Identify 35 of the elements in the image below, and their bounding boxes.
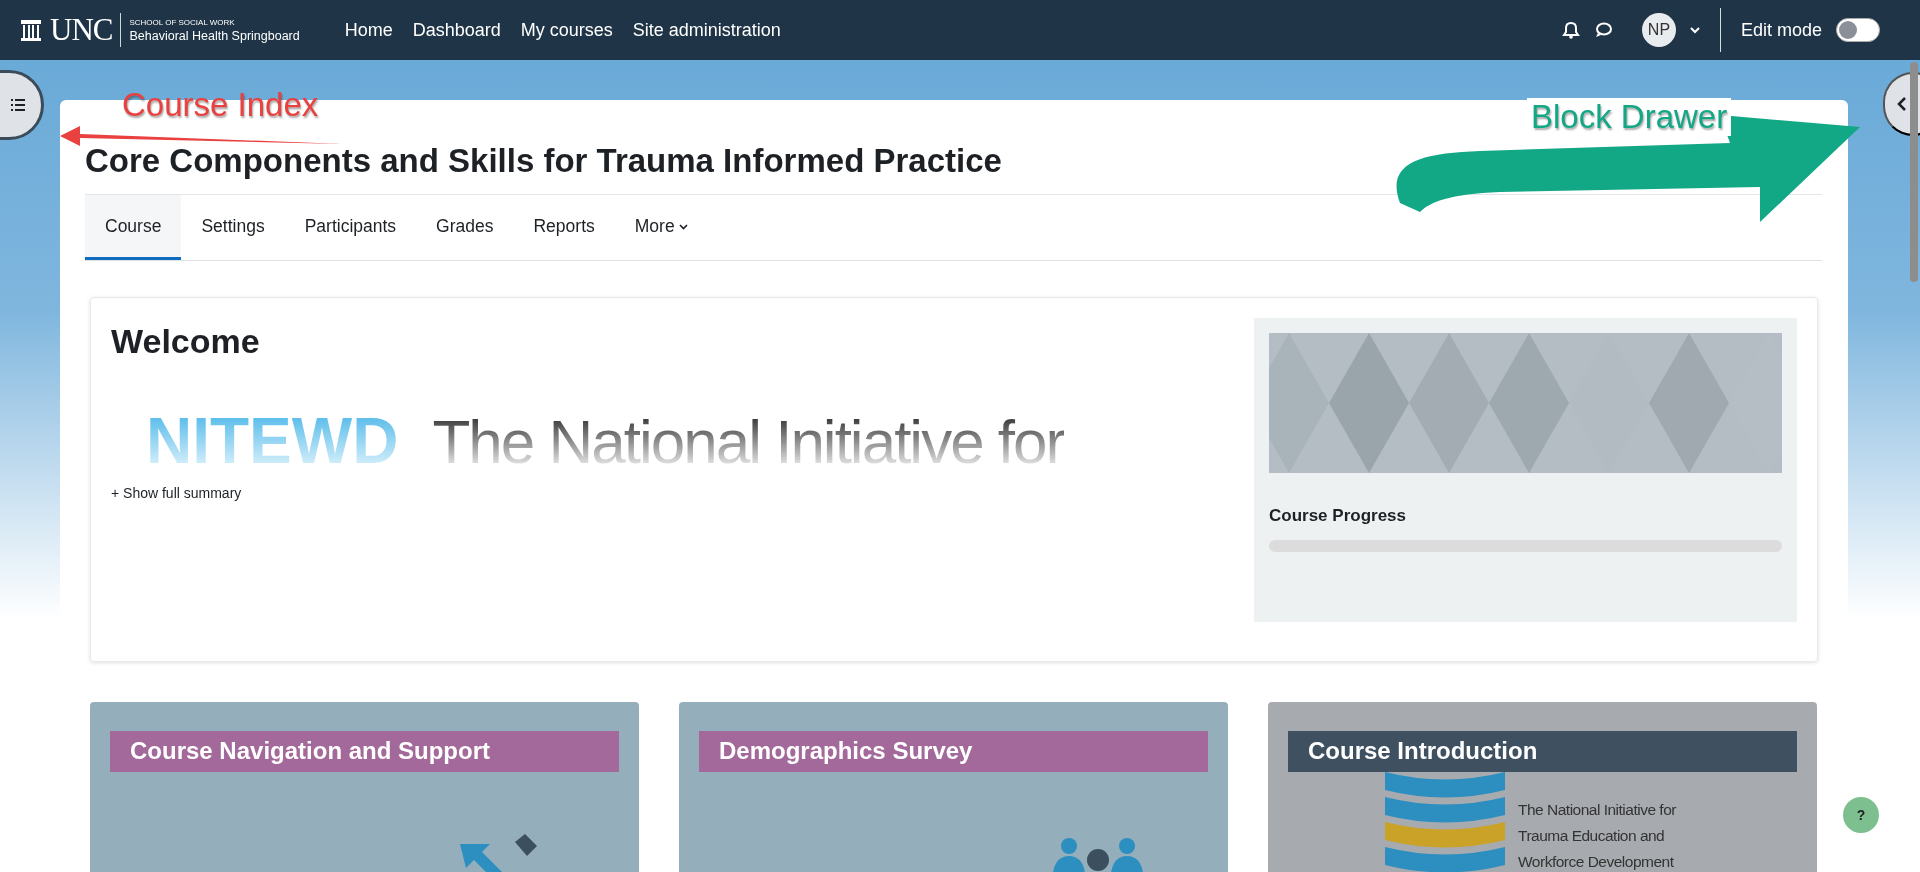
course-tab[interactable]: Grades bbox=[416, 195, 514, 260]
notification-bell-icon[interactable] bbox=[1561, 21, 1580, 39]
nav-link[interactable]: My courses bbox=[520, 19, 613, 41]
course-tab[interactable]: Settings bbox=[181, 195, 285, 260]
chevron-left-icon[interactable] bbox=[1897, 97, 1907, 111]
card-caption: The National Initiative for Trauma Education and Workforce Development bbox=[1518, 800, 1676, 872]
section-title[interactable]: Demographics Survey bbox=[699, 731, 1208, 772]
list-icon[interactable] bbox=[11, 99, 25, 111]
progress-label: Course Progress bbox=[1269, 506, 1407, 526]
annotation-label: Block Drawer bbox=[1527, 98, 1732, 136]
welcome-heading: Welcome bbox=[111, 321, 261, 361]
section-card[interactable]: Course Introduction The National Initiative for Trauma Education and Workforce Development bbox=[1268, 702, 1817, 872]
section-title[interactable]: Course Navigation and Support bbox=[110, 731, 619, 772]
logo-wordmark[interactable]: UNC bbox=[50, 12, 113, 48]
scrollbar[interactable] bbox=[1910, 62, 1918, 282]
caret-icon[interactable] bbox=[678, 222, 688, 231]
course-tab[interactable]: Participants bbox=[284, 195, 417, 260]
edit-mode-switch[interactable] bbox=[1836, 18, 1880, 42]
course-tab[interactable]: More bbox=[614, 195, 708, 260]
section-title[interactable]: Course Introduction bbox=[1288, 731, 1797, 772]
edit-mode-label: Edit mode bbox=[1740, 19, 1822, 41]
caret-icon[interactable] bbox=[1689, 25, 1700, 35]
site-name: Behavioral Health Springboard bbox=[129, 28, 300, 43]
user-avatar[interactable]: NP bbox=[1641, 13, 1676, 47]
school-name: SCHOOL OF SOCIAL WORK bbox=[129, 17, 236, 27]
course-tab[interactable]: Reports bbox=[513, 195, 615, 260]
building-icon bbox=[20, 18, 42, 42]
chat-bubble-icon[interactable] bbox=[1593, 21, 1612, 39]
nav-link[interactable]: Site administration bbox=[632, 19, 781, 41]
course-tab[interactable]: Course bbox=[85, 195, 182, 260]
section-card[interactable]: Course Navigation and Support bbox=[90, 702, 639, 872]
section-card[interactable]: Demographics Survey bbox=[679, 702, 1228, 872]
show-summary-link[interactable]: + Show full summary bbox=[111, 485, 242, 501]
nav-link[interactable]: Home bbox=[344, 19, 393, 41]
nav-link[interactable]: Dashboard bbox=[412, 19, 501, 41]
